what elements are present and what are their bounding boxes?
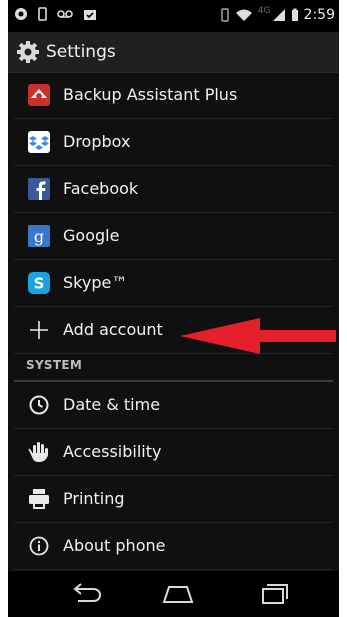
account-dropbox[interactable]: Dropbox <box>14 119 333 166</box>
info-icon <box>26 533 52 559</box>
skype-icon: S <box>26 270 52 296</box>
signal-icon <box>272 9 285 21</box>
system-date-time[interactable]: Date & time <box>14 382 333 429</box>
account-label: Google <box>63 226 120 245</box>
account-label: Dropbox <box>63 132 131 151</box>
section-header-system: SYSTEM <box>14 354 333 382</box>
phone-notification-icon <box>38 7 47 21</box>
recent-apps-icon[interactable] <box>253 581 293 607</box>
action-bar: Settings <box>8 32 339 73</box>
system-label: About phone <box>63 536 166 555</box>
account-google[interactable]: g Google <box>14 213 333 260</box>
download-done-icon <box>84 10 96 20</box>
system-about-phone[interactable]: About phone <box>14 523 333 570</box>
hand-icon <box>26 439 52 465</box>
backup-assistant-icon <box>26 82 52 108</box>
account-label: Facebook <box>63 179 139 198</box>
account-backup-assistant[interactable]: Backup Assistant Plus <box>14 72 333 119</box>
facebook-icon <box>26 176 52 202</box>
status-bar: 4G 2:59 <box>8 0 339 32</box>
home-icon[interactable] <box>158 581 198 607</box>
back-icon[interactable] <box>66 581 106 607</box>
google-icon: g <box>26 223 52 249</box>
voicemail-icon <box>57 10 73 18</box>
account-facebook[interactable]: Facebook <box>14 166 333 213</box>
system-printing[interactable]: Printing <box>14 476 333 523</box>
dropbox-icon <box>26 129 52 155</box>
phone-screen: 4G 2:59 Settings Backup Assistant Plus D… <box>8 0 339 617</box>
red-arrow-annotation <box>180 318 336 354</box>
svg-text:S: S <box>34 275 45 293</box>
account-skype[interactable]: S Skype™ <box>14 260 333 307</box>
wifi-icon <box>235 9 252 21</box>
vibrate-icon <box>221 8 229 22</box>
system-accessibility[interactable]: Accessibility <box>14 429 333 476</box>
system-label: Printing <box>63 489 125 508</box>
page-title: Settings <box>46 42 116 62</box>
notification-icons <box>14 7 97 21</box>
system-label: Accessibility <box>63 442 162 461</box>
messenger-icon <box>15 8 27 20</box>
network-type-label: 4G <box>257 6 271 16</box>
system-status-icons: 4G 2:59 <box>220 6 335 23</box>
add-account-label: Add account <box>63 320 163 339</box>
plus-icon <box>26 317 52 343</box>
account-label: Skype™ <box>63 273 128 292</box>
account-label: Backup Assistant Plus <box>63 85 238 104</box>
svg-text:g: g <box>34 227 44 246</box>
settings-gear-icon[interactable] <box>16 40 40 64</box>
section-title: SYSTEM <box>26 358 83 372</box>
clock-icon <box>26 392 52 418</box>
navigation-bar <box>8 571 339 617</box>
battery-icon <box>291 8 298 21</box>
system-label: Date & time <box>63 395 161 414</box>
printer-icon <box>26 486 52 512</box>
clock-time: 2:59 <box>303 7 335 23</box>
